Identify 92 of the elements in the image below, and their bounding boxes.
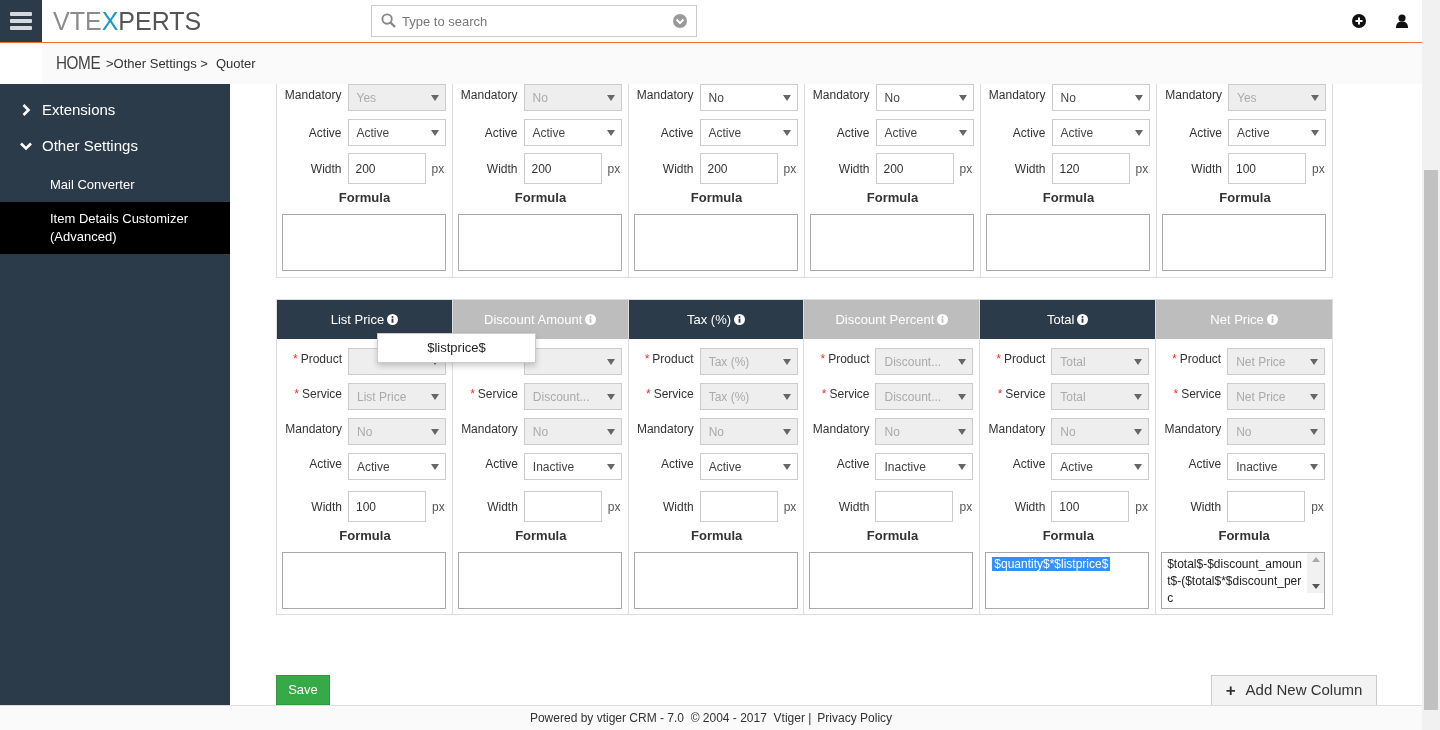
field-label: Width	[1191, 160, 1222, 178]
required-mark: *	[292, 351, 298, 368]
field-label: Service	[829, 386, 870, 403]
field-label: Active	[1012, 456, 1046, 473]
required-mark: *	[470, 386, 475, 403]
required-mark: *	[644, 351, 650, 368]
unit-label: px	[783, 160, 797, 178]
field-label: Active	[484, 124, 518, 142]
field-label: Active	[308, 124, 342, 142]
formula-label: Formula	[514, 527, 568, 545]
field-label: Width	[662, 498, 694, 516]
column-header: List Price	[277, 300, 452, 339]
required-mark: *	[996, 351, 1001, 368]
field-label: Width	[1190, 498, 1222, 516]
field-label: Width	[1014, 498, 1046, 516]
field-label: Product	[828, 351, 870, 368]
field-label: Width	[838, 498, 870, 516]
unit-label: px	[607, 498, 621, 516]
field-label: Mandatory	[812, 87, 870, 104]
formula-label: Formula	[1041, 527, 1095, 545]
tooltip: $listprice$	[377, 333, 536, 363]
field-label: Mandatory	[636, 421, 694, 438]
unit-label: px	[783, 498, 797, 516]
unit-label: px	[1311, 498, 1324, 516]
column-header: Net Price	[1156, 300, 1332, 339]
unit-label: px	[432, 498, 445, 516]
breadcrumb-current: Quoter	[215, 54, 256, 73]
formula-label: Formula	[1218, 189, 1272, 207]
formula-label: Formula	[689, 189, 744, 207]
field-label: Mandatory	[636, 87, 694, 104]
unit-label: px	[607, 160, 621, 178]
required-mark: *	[997, 386, 1003, 403]
required-mark: *	[820, 351, 826, 368]
field-label: Width	[662, 160, 694, 178]
field-label: Width	[310, 160, 342, 178]
field-label: Active	[660, 456, 694, 473]
field-label: Service	[1005, 386, 1046, 403]
column-header: Tax (%)	[628, 300, 804, 339]
field-label: Service	[302, 386, 342, 403]
required-mark: *	[1172, 351, 1177, 368]
unit-label: px	[1312, 160, 1325, 178]
field-label: Active	[660, 124, 694, 142]
field-label: Mandatory	[1165, 87, 1222, 104]
field-label: Width	[311, 498, 342, 516]
field-label: Width	[1014, 160, 1046, 178]
formula-label: Formula	[337, 189, 392, 207]
field-label: Product	[300, 351, 342, 368]
formula-label: Formula	[690, 527, 744, 545]
required-mark: *	[821, 386, 827, 403]
column-header: Total	[980, 300, 1156, 339]
field-label: Product	[652, 351, 694, 368]
field-label: Active	[1189, 124, 1222, 142]
formula-label: Formula	[1217, 527, 1271, 545]
field-label: Width	[838, 160, 870, 178]
field-label: Mandatory	[285, 421, 342, 438]
field-label: Active	[1012, 124, 1046, 142]
footer-text: Powered by vtiger CRM - 7.0 © 2004 - 2017 Vtiger |	[529, 710, 812, 727]
unit-label: px	[1135, 498, 1148, 516]
field-label: Width	[486, 160, 518, 178]
unit-label: px	[431, 160, 445, 178]
required-mark: *	[294, 386, 299, 403]
field-label: Service	[1181, 386, 1222, 403]
field-label: Width	[487, 498, 518, 516]
formula-label: Formula	[865, 189, 920, 207]
field-label: Active	[309, 456, 342, 473]
field-label: Active	[485, 456, 518, 473]
formula-label: Formula	[338, 527, 392, 545]
field-label: Active	[836, 124, 870, 142]
field-label: Product	[1179, 351, 1222, 368]
field-label: Mandatory	[284, 87, 342, 104]
required-mark: *	[645, 386, 651, 403]
field-label: Active	[836, 456, 870, 473]
field-label: Product	[1003, 351, 1046, 368]
field-label: Active	[1188, 456, 1222, 473]
required-mark: *	[1173, 386, 1179, 403]
formula-label: Formula	[865, 527, 920, 545]
field-label: Mandatory	[988, 421, 1046, 438]
formula-label: Formula	[1041, 189, 1096, 207]
field-label: Mandatory	[1164, 421, 1222, 438]
field-label: Mandatory	[988, 87, 1046, 104]
field-label: Mandatory	[460, 87, 518, 104]
unit-label: px	[959, 498, 973, 516]
unit-label: px	[1135, 160, 1149, 178]
field-label: Service	[477, 386, 518, 403]
logo: VTEXPERTS	[53, 8, 202, 34]
field-label: Service	[653, 386, 694, 403]
column-header: Discount Amount	[452, 300, 628, 339]
field-label: Mandatory	[461, 421, 518, 438]
unit-label: px	[959, 160, 973, 178]
column-header: Discount Percent	[804, 300, 980, 339]
field-label: Mandatory	[812, 421, 870, 438]
formula-label: Formula	[513, 189, 568, 207]
